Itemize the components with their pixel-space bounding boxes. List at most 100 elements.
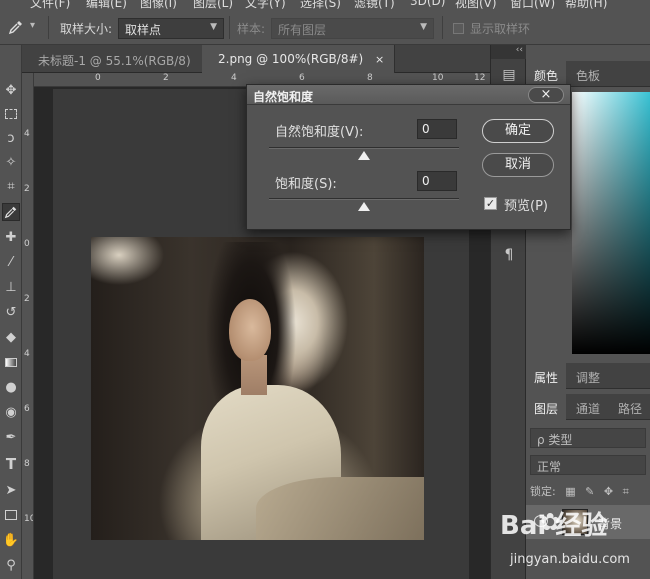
sample-size-label: 取样大小: <box>60 22 113 36</box>
photo-neck <box>241 355 267 395</box>
collapse-icon[interactable]: ‹‹ <box>491 45 527 59</box>
healing-brush-tool-icon[interactable]: ✚ <box>2 228 20 246</box>
preview-checkbox[interactable]: ✓ <box>484 197 497 210</box>
ruler-label: 4 <box>231 73 237 83</box>
watermark-url: jingyan.baidu.com <box>510 552 630 567</box>
blend-mode-select[interactable]: 正常 <box>530 455 646 475</box>
sample-label: 样本: <box>237 22 266 36</box>
menu-bar: 文件(F) 编辑(E) 图像(I) 图层(L) 文字(Y) 选择(S) 滤镜(T… <box>0 0 650 10</box>
crop-tool-icon[interactable]: ⌗ <box>2 177 20 195</box>
menu-view[interactable]: 视图(V) <box>455 0 497 10</box>
tab-untitled-1[interactable]: 未标题-1 @ 55.1%(RGB/8) × <box>22 45 223 73</box>
ruler-label: 8 <box>367 73 373 83</box>
layer-filter-value: ρ 类型 <box>537 433 573 447</box>
clone-stamp-tool-icon[interactable]: ⊥ <box>2 278 20 296</box>
gradient-tool-icon[interactable] <box>2 353 20 371</box>
menu-window[interactable]: 窗口(W) <box>510 0 555 10</box>
photo-image <box>91 237 424 540</box>
ok-button[interactable]: 确定 <box>482 119 554 143</box>
pen-tool-icon[interactable]: ✒ <box>2 428 20 446</box>
paragraph-panel-icon[interactable]: ¶ <box>499 245 519 265</box>
lock-artboard-icon[interactable]: ⌗ <box>623 485 629 498</box>
layers-panel-tabs: 图层 通道 路径 <box>526 394 650 420</box>
photo-robe-fold <box>256 477 424 540</box>
tab-2-png[interactable]: 2.png @ 100%(RGB/8#) × <box>202 45 396 73</box>
tool-preset-chevron-icon[interactable]: ▾ <box>30 20 35 31</box>
menu-image[interactable]: 图像(I) <box>140 0 177 10</box>
tab-channels[interactable]: 通道 <box>568 394 608 420</box>
vibrance-input[interactable] <box>417 119 457 139</box>
ruler-label: 4 <box>24 129 30 139</box>
layer-filter-select[interactable]: ρ 类型 <box>530 428 646 448</box>
dialog-title-bar[interactable]: 自然饱和度 × <box>247 85 570 105</box>
ruler-label: 0 <box>24 239 30 249</box>
document-tabs: 未标题-1 @ 55.1%(RGB/8) × 2.png @ 100%(RGB/… <box>22 45 490 73</box>
chevron-down-icon: ▼ <box>210 22 217 32</box>
vibrance-slider-thumb[interactable] <box>358 151 370 160</box>
zoom-tool-icon[interactable]: ⚲ <box>2 556 20 574</box>
lock-label: 锁定: <box>530 485 556 498</box>
menu-select[interactable]: 选择(S) <box>300 0 341 10</box>
type-tool-icon[interactable]: T <box>2 455 20 473</box>
tab-swatches[interactable]: 色板 <box>568 61 608 87</box>
menu-3d[interactable]: 3D(D) <box>410 0 445 8</box>
menu-type[interactable]: 文字(Y) <box>245 0 286 10</box>
ruler-label: 8 <box>24 459 30 469</box>
magic-wand-tool-icon[interactable]: ✧ <box>2 153 20 171</box>
vibrance-slider-track[interactable] <box>269 147 459 149</box>
lock-position-icon[interactable]: ✥ <box>604 485 613 498</box>
tab-layers[interactable]: 图层 <box>526 394 567 420</box>
history-brush-tool-icon[interactable]: ↺ <box>2 303 20 321</box>
lock-row: 锁定: ▦ ✎ ✥ ⌗ <box>530 483 629 499</box>
ruler-label: 10 <box>24 514 33 524</box>
ruler-label: 2 <box>163 73 169 83</box>
lock-brush-icon[interactable]: ✎ <box>585 485 594 498</box>
ruler-label: 4 <box>24 349 30 359</box>
blend-mode-value: 正常 <box>537 460 562 474</box>
ruler-label: 6 <box>299 73 305 83</box>
options-bar: ▾ 取样大小: 取样点 ▼ 样本: 所有图层 ▼ 显示取样环 <box>0 10 650 45</box>
sample-layers-select[interactable]: 所有图层 ▼ <box>271 18 434 39</box>
properties-panel-tabs: 属性 调整 <box>526 363 650 389</box>
tab-paths[interactable]: 路径 <box>610 394 650 420</box>
move-tool-icon[interactable]: ✥ <box>2 81 20 99</box>
ruler-label: 2 <box>24 184 30 194</box>
ruler-label: 6 <box>24 404 30 414</box>
dodge-tool-icon[interactable]: ◉ <box>2 403 20 421</box>
hand-tool-icon[interactable]: ✋ <box>2 531 20 549</box>
color-picker-field[interactable] <box>572 92 650 354</box>
menu-edit[interactable]: 编辑(E) <box>86 0 127 10</box>
cancel-button[interactable]: 取消 <box>482 153 554 177</box>
menu-file[interactable]: 文件(F) <box>30 0 70 10</box>
saturation-input[interactable] <box>417 171 457 191</box>
tab-adjustments[interactable]: 调整 <box>568 363 608 389</box>
blur-tool-icon[interactable]: ● <box>2 378 20 396</box>
dialog-title: 自然饱和度 <box>253 90 314 104</box>
menu-help[interactable]: 帮助(H) <box>565 0 607 10</box>
eyedropper-tool-icon[interactable] <box>2 203 20 221</box>
divider <box>442 16 443 39</box>
saturation-slider-thumb[interactable] <box>358 202 370 211</box>
brush-tool-icon[interactable]: ⁄ <box>2 253 20 271</box>
tab-title: 未标题-1 @ 55.1%(RGB/8) <box>38 54 191 68</box>
show-ring-checkbox[interactable] <box>453 23 464 34</box>
chevron-down-icon: ▼ <box>420 22 427 32</box>
eyedropper-icon[interactable] <box>8 19 24 35</box>
marquee-tool-icon[interactable] <box>2 105 20 123</box>
rectangle-tool-icon[interactable] <box>2 506 20 524</box>
photo-face <box>229 299 271 361</box>
lasso-tool-icon[interactable]: ↄ <box>2 129 20 147</box>
history-panel-icon[interactable]: ▤ <box>499 65 519 85</box>
show-ring-label: 显示取样环 <box>470 22 531 36</box>
eraser-tool-icon[interactable]: ◆ <box>2 328 20 346</box>
tab-properties[interactable]: 属性 <box>526 363 567 389</box>
sample-size-select[interactable]: 取样点 ▼ <box>118 18 224 39</box>
close-icon[interactable]: × <box>375 53 384 66</box>
close-button[interactable]: × <box>528 87 564 103</box>
menu-filter[interactable]: 滤镜(T) <box>354 0 395 10</box>
lock-pixels-icon[interactable]: ▦ <box>565 485 575 498</box>
path-selection-tool-icon[interactable]: ➤ <box>2 481 20 499</box>
menu-layer[interactable]: 图层(L) <box>193 0 233 10</box>
saturation-slider-track[interactable] <box>269 198 459 200</box>
ruler-label: 0 <box>95 73 101 83</box>
